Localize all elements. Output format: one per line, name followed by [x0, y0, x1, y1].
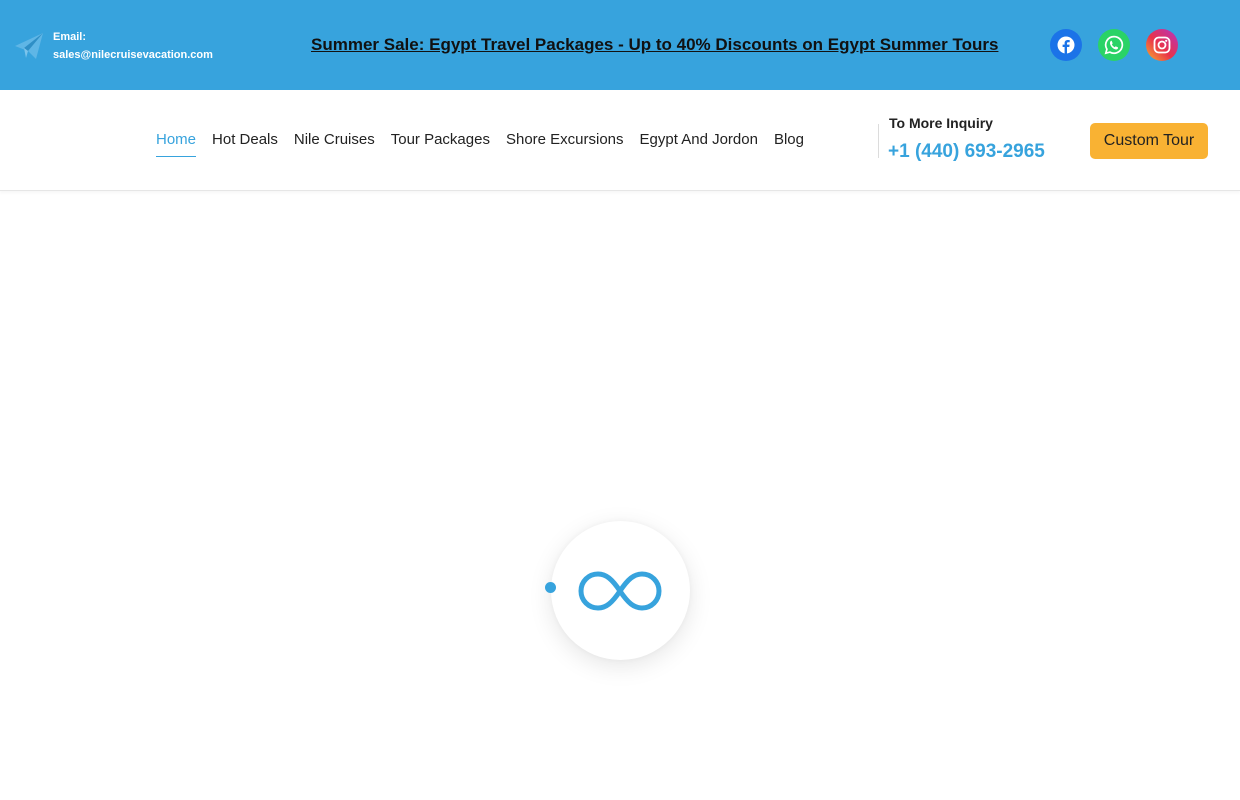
nav-item-nile-cruises[interactable]: Nile Cruises [294, 130, 375, 157]
facebook-link[interactable] [1050, 29, 1082, 61]
email-label: Email: [53, 31, 87, 43]
nav-item-shore-excursions[interactable]: Shore Excursions [506, 130, 624, 157]
top-bar: Email: sales@nilecruisevacation.com Summ… [0, 0, 1240, 90]
email-address[interactable]: sales@nilecruisevacation.com [53, 46, 213, 64]
infinity-icon [578, 571, 662, 611]
main-navbar: Home Hot Deals Nile Cruises Tour Package… [0, 90, 1240, 191]
promo-banner-link[interactable]: Summer Sale: Egypt Travel Packages - Up … [311, 32, 1061, 58]
paper-plane-icon [15, 33, 43, 59]
nav-item-hot-deals[interactable]: Hot Deals [212, 130, 278, 157]
nav-item-tour-packages[interactable]: Tour Packages [391, 130, 490, 157]
email-contact[interactable]: Email: sales@nilecruisevacation.com [14, 28, 213, 64]
nav-item-egypt-and-jordon[interactable]: Egypt And Jordon [640, 130, 758, 157]
facebook-icon [1057, 36, 1075, 54]
nav-divider [878, 124, 879, 158]
custom-tour-button[interactable]: Custom Tour [1090, 123, 1208, 159]
nav-item-blog[interactable]: Blog [774, 130, 804, 157]
inquiry-label: To More Inquiry [889, 115, 993, 131]
whatsapp-icon [1104, 35, 1124, 55]
inquiry-phone-link[interactable]: +1 (440) 693-2965 [888, 141, 1045, 163]
loader-dot [545, 582, 556, 593]
instagram-link[interactable] [1146, 29, 1178, 61]
instagram-icon [1153, 36, 1171, 54]
main-menu: Home Hot Deals Nile Cruises Tour Package… [156, 130, 820, 157]
whatsapp-link[interactable] [1098, 29, 1130, 61]
nav-item-home[interactable]: Home [156, 130, 197, 157]
